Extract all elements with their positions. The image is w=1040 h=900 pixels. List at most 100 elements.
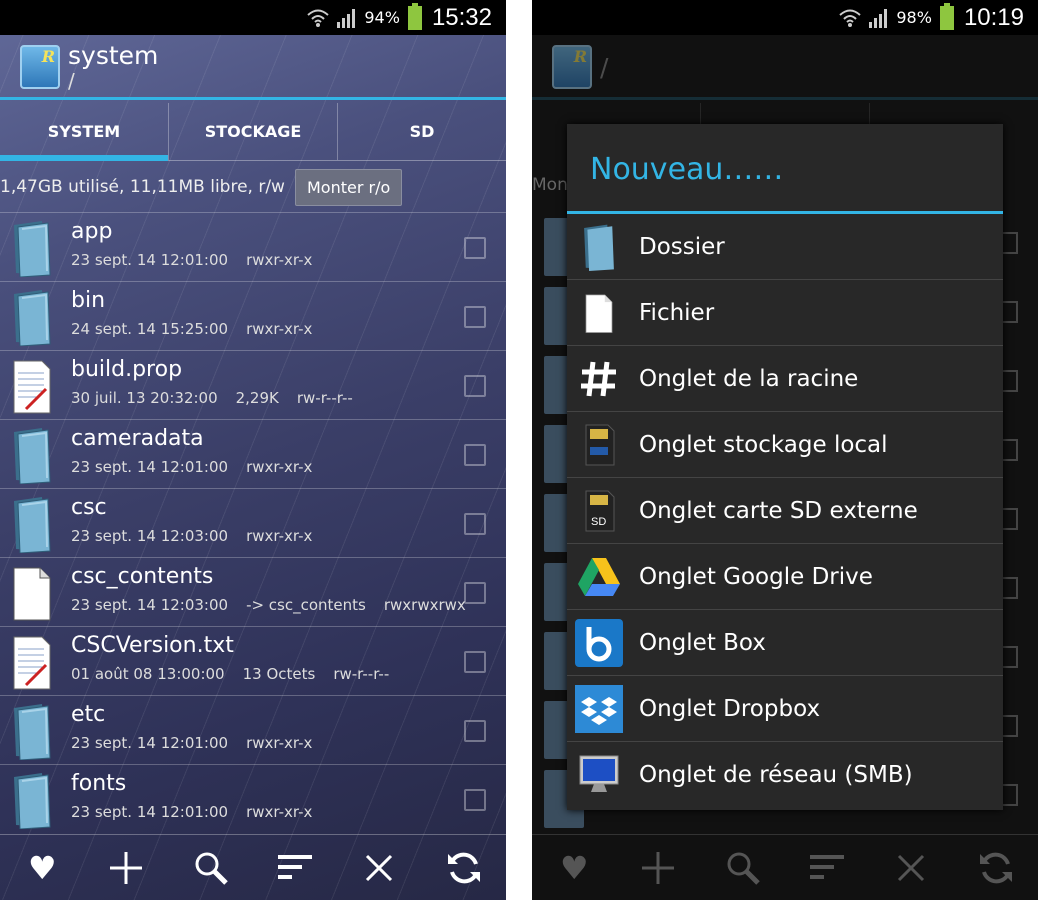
refresh-icon [974, 846, 1018, 890]
select-checkbox[interactable] [464, 789, 486, 811]
file-permissions: rwxr-xr-x [246, 458, 313, 476]
battery-percent: 98% [896, 8, 932, 27]
tab-bar: SYSTEM STOCKAGE SD [0, 103, 506, 161]
file-name: csc_contents [71, 564, 214, 589]
select-checkbox[interactable] [464, 720, 486, 742]
file-row[interactable]: app 23 sept. 14 12:01:00 rwxr-xr-x [0, 212, 506, 281]
network-monitor-icon [574, 750, 624, 800]
file-permissions: rwxrwxrwx [383, 596, 466, 614]
file-meta: 23 sept. 14 12:01:00 rwxr-xr-x [71, 803, 330, 821]
file-date: 23 sept. 14 12:01:00 [71, 734, 229, 752]
file-row[interactable]: build.prop 30 juil. 13 20:32:00 2,29K rw-r-… [0, 350, 506, 419]
tab-sd[interactable]: SD [338, 103, 506, 160]
file-permissions: rwxr-xr-x [246, 251, 313, 269]
clock: 10:19 [963, 3, 1024, 31]
folder-icon [12, 426, 52, 485]
select-checkbox[interactable] [464, 237, 486, 259]
file-name: app [71, 219, 113, 244]
action-bar: / [532, 35, 1038, 100]
dialog-option-label: Onglet de la racine [639, 366, 859, 392]
folder-icon [12, 288, 52, 347]
select-checkbox[interactable] [464, 513, 486, 535]
file-icon [574, 288, 624, 338]
status-bar: 94% 15:32 [0, 0, 506, 35]
tab-system[interactable]: SYSTEM [0, 103, 169, 161]
dialog-option-label: Onglet stockage local [639, 432, 888, 458]
file-date: 01 août 08 13:00:00 [71, 665, 225, 683]
dialog-option-google-drive[interactable]: Onglet Google Drive [567, 544, 1003, 610]
file-permissions: rw-r--r-- [333, 665, 390, 683]
dialog-option-label: Onglet carte SD externe [639, 498, 918, 524]
bottom-toolbar: ♥ [0, 834, 506, 900]
file-date: 24 sept. 14 15:25:00 [71, 320, 229, 338]
dialog-option-box[interactable]: Onglet Box [567, 610, 1003, 676]
file-row[interactable]: etc 23 sept. 14 12:01:00 rwxr-xr-x [0, 695, 506, 764]
dialog-option-sdcard[interactable]: Onglet stockage local [567, 412, 1003, 478]
tab-stockage[interactable]: STOCKAGE [169, 103, 338, 160]
file-permissions: rw-r--r-- [296, 389, 353, 407]
select-checkbox[interactable] [464, 582, 486, 604]
file-meta: 24 sept. 14 15:25:00 rwxr-xr-x [71, 320, 330, 338]
text-file-icon [12, 357, 52, 415]
file-meta: 01 août 08 13:00:00 13 Octets rw-r--r-- [71, 665, 407, 683]
file-icon [12, 564, 52, 622]
dialog-option-file[interactable]: Fichier [567, 280, 1003, 346]
dialog-option-label: Onglet de réseau (SMB) [639, 762, 913, 788]
select-checkbox[interactable] [464, 375, 486, 397]
file-meta: 23 sept. 14 12:03:00 rwxr-xr-x [71, 527, 330, 545]
plus-icon [636, 846, 680, 890]
box-icon [574, 618, 624, 668]
heart-icon[interactable]: ♥ [20, 846, 64, 890]
file-meta: 23 sept. 14 12:03:00 -> csc_contents rwxrw… [71, 596, 484, 614]
dropbox-icon [574, 684, 624, 734]
dialog-option-network-monitor[interactable]: Onglet de réseau (SMB) [567, 742, 1003, 808]
search-icon[interactable] [189, 846, 233, 890]
app-logo-icon[interactable] [20, 45, 60, 89]
search-icon [721, 846, 765, 890]
dialog-options: Dossier Fichier Onglet de la racine Onglet … [567, 214, 1003, 808]
dialog-option-folder[interactable]: Dossier [567, 214, 1003, 280]
app-logo-icon [552, 45, 592, 89]
file-row[interactable]: fonts 23 sept. 14 12:01:00 rwxr-xr-x [0, 764, 506, 833]
dialog-option-dropbox[interactable]: Onglet Dropbox [567, 676, 1003, 742]
battery-icon [939, 2, 954, 30]
heart-icon: ♥ [559, 848, 589, 887]
select-checkbox[interactable] [464, 306, 486, 328]
file-size: -> csc_contents [246, 596, 366, 614]
battery-percent: 94% [364, 8, 400, 27]
file-permissions: rwxr-xr-x [246, 527, 313, 545]
clock: 15:32 [431, 3, 492, 31]
folder-icon [12, 702, 52, 761]
file-row[interactable]: cameradata 23 sept. 14 12:01:00 rwxr-xr-x [0, 419, 506, 488]
file-name: build.prop [71, 357, 183, 382]
file-row[interactable]: csc_contents 23 sept. 14 12:03:00 -> csc_c… [0, 557, 506, 626]
select-checkbox[interactable] [464, 651, 486, 673]
close-icon[interactable] [357, 846, 401, 890]
file-row[interactable]: bin 24 sept. 14 15:25:00 rwxr-xr-x [0, 281, 506, 350]
mount-button[interactable]: Monter r/o [294, 168, 403, 206]
sort-icon[interactable] [273, 846, 317, 890]
file-name: fonts [71, 771, 127, 796]
close-icon [889, 846, 933, 890]
signal-icon [337, 8, 356, 28]
folder-icon [12, 495, 52, 554]
file-row[interactable]: csc 23 sept. 14 12:03:00 rwxr-xr-x [0, 488, 506, 557]
file-meta: 23 sept. 14 12:01:00 rwxr-xr-x [71, 458, 330, 476]
plus-icon[interactable] [104, 846, 148, 890]
file-size: 13 Octets [242, 665, 316, 683]
file-date: 23 sept. 14 12:01:00 [71, 803, 229, 821]
dialog-option-hash[interactable]: Onglet de la racine [567, 346, 1003, 412]
file-name: etc [71, 702, 106, 727]
file-row[interactable]: CSCVersion.txt 01 août 08 13:00:00 13 Octe… [0, 626, 506, 695]
file-permissions: rwxr-xr-x [246, 734, 313, 752]
file-name: csc [71, 495, 107, 520]
sort-icon [805, 846, 849, 890]
folder-icon [12, 771, 52, 830]
dialog-option-sd-external[interactable]: SD Onglet carte SD externe [567, 478, 1003, 544]
select-checkbox[interactable] [464, 444, 486, 466]
storage-info: 1,47GB utilisé, 11,11MB libre, r/w Monte… [0, 166, 506, 208]
refresh-icon[interactable] [442, 846, 486, 890]
file-name: cameradata [71, 426, 204, 451]
file-list: app 23 sept. 14 12:01:00 rwxr-xr-x bin 24 se… [0, 212, 506, 833]
svg-text:SD: SD [591, 516, 606, 528]
